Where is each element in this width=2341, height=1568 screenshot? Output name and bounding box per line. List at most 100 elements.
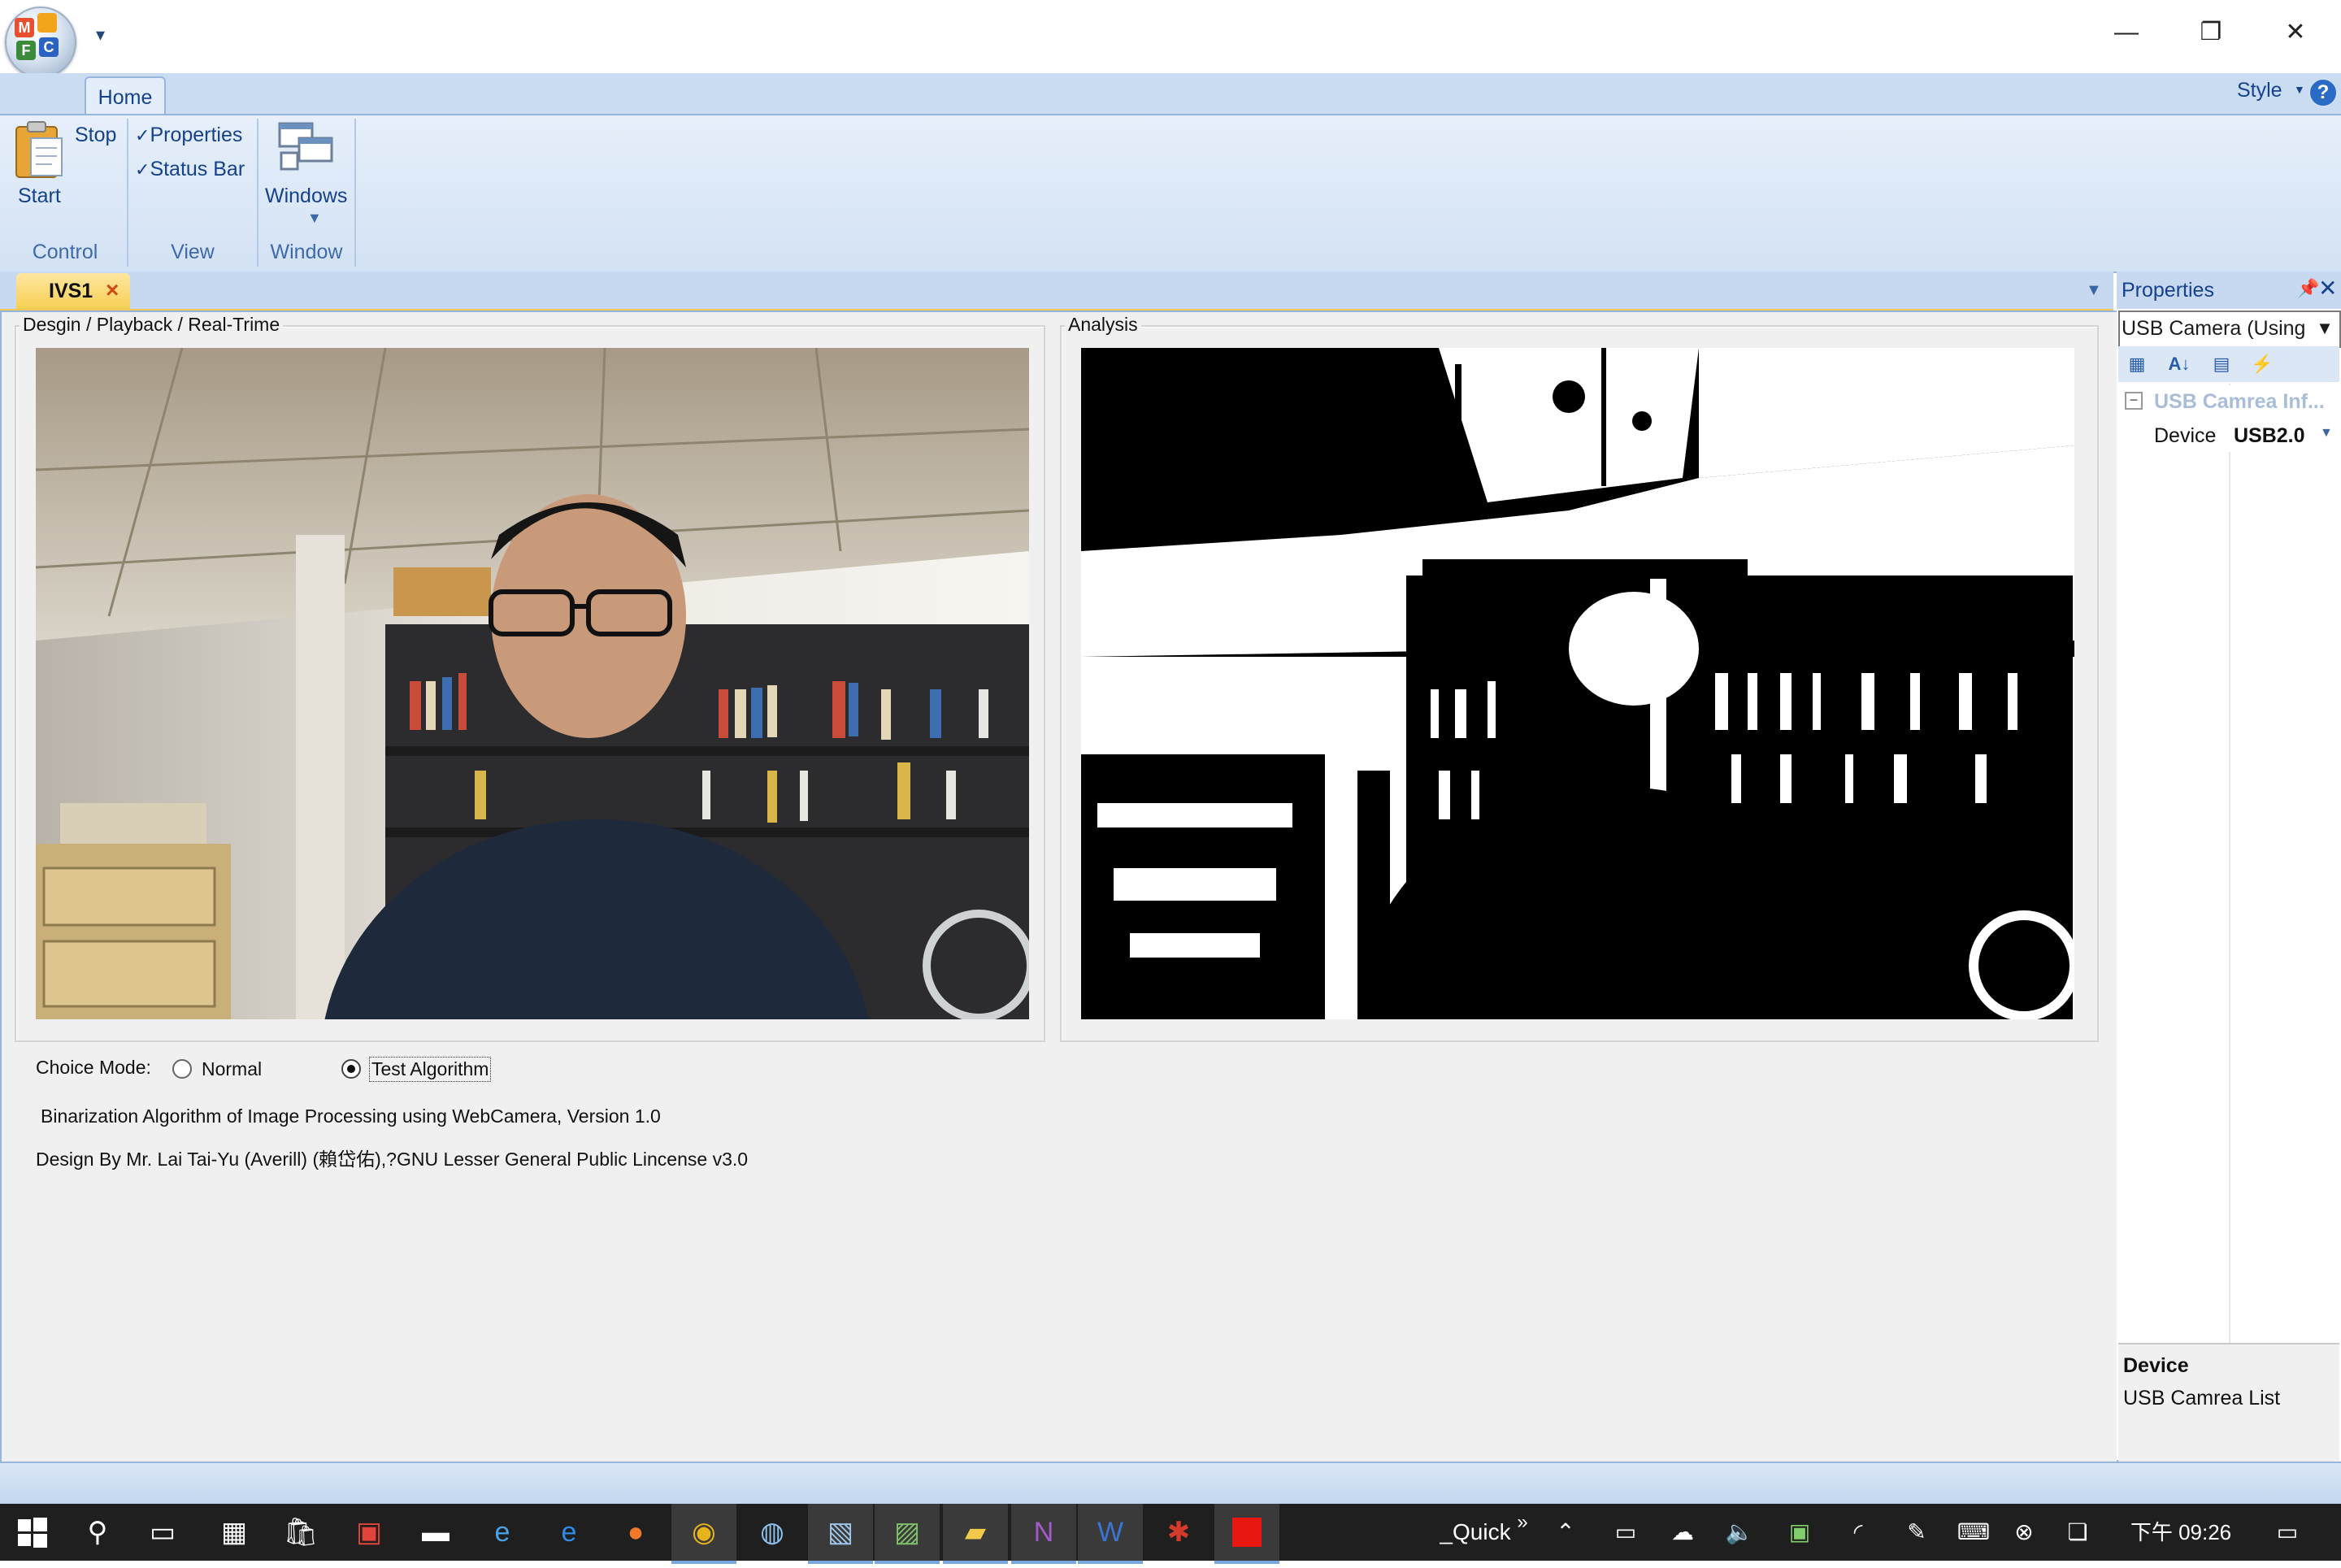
chevron-up-icon[interactable]: ⌃: [1549, 1504, 1582, 1561]
status-bar-checkbox-label: Status Bar: [150, 158, 245, 180]
search-icon[interactable]: ⚲: [65, 1504, 130, 1561]
quick-access-dropdown-icon[interactable]: ▾: [96, 24, 105, 46]
calculator-icon[interactable]: ▦: [202, 1504, 267, 1561]
app-spider-icon[interactable]: ✱: [1146, 1504, 1211, 1561]
close-tab-icon[interactable]: ×: [106, 277, 119, 303]
monitor-icon[interactable]: ▣: [1782, 1504, 1818, 1561]
property-description-panel: Device USB Camrea List: [2118, 1343, 2339, 1462]
radio-unchecked-icon: [172, 1059, 192, 1079]
stop-button[interactable]: Stop: [75, 124, 116, 147]
application-button[interactable]: M F C: [5, 7, 76, 78]
radio-test-algorithm-label: Test Algorithm: [369, 1057, 492, 1082]
app-logo-icon: [37, 13, 57, 33]
status-bar-checkbox[interactable]: ✓Status Bar: [135, 158, 245, 181]
start-button-label[interactable]: Start: [18, 185, 61, 208]
pin-icon[interactable]: 📌: [2297, 278, 2319, 299]
group-label-control: Control: [32, 241, 98, 263]
camera-groupbox-title: Desgin / Playback / Real-Trime: [20, 314, 284, 336]
sort-alphabetical-icon[interactable]: A↓: [2165, 351, 2193, 377]
binarized-frame-image: [1081, 348, 2074, 1019]
tab-ivs1-label: IVS1: [49, 280, 93, 302]
minimize-button[interactable]: —: [2086, 8, 2167, 57]
chrome-icon[interactable]: ◉: [671, 1504, 736, 1564]
app-logo-icon: M: [15, 18, 34, 37]
close-pane-icon[interactable]: ✕: [2318, 275, 2337, 302]
active-app-icon[interactable]: [1214, 1504, 1279, 1564]
group-label-view: View: [171, 241, 215, 263]
close-circle-icon[interactable]: ⊗: [2006, 1504, 2042, 1561]
edge-icon[interactable]: e: [536, 1504, 602, 1561]
collapse-icon[interactable]: −: [2125, 392, 2143, 410]
chevron-down-icon[interactable]: ▼: [2086, 281, 2102, 300]
property-name: Device: [2154, 424, 2217, 447]
property-category-row[interactable]: − USB Camrea Inf...: [2118, 385, 2339, 419]
windows-arrange-icon: [278, 122, 333, 171]
radio-checked-icon: [341, 1059, 361, 1079]
notifications-icon[interactable]: ▭: [2263, 1504, 2312, 1561]
onenote-icon[interactable]: N: [1011, 1504, 1076, 1564]
properties-checkbox[interactable]: ✓Properties: [135, 124, 242, 147]
pen-icon[interactable]: ✎: [1899, 1504, 1935, 1561]
editor-icon[interactable]: ▨: [875, 1504, 940, 1564]
windows-button-label[interactable]: Windows: [265, 185, 347, 208]
network-app-icon[interactable]: ◍: [740, 1504, 805, 1561]
onedrive-icon[interactable]: ☁: [1665, 1504, 1700, 1561]
tab-home[interactable]: Home: [85, 76, 166, 117]
description-text: USB Camrea List: [2123, 1387, 2281, 1409]
group-label-window: Window: [270, 241, 343, 263]
terminal-icon[interactable]: ▬: [403, 1504, 468, 1561]
close-button[interactable]: ✕: [2255, 8, 2336, 57]
events-icon[interactable]: ⚡: [2248, 351, 2276, 377]
clipboard-icon: [15, 121, 63, 178]
analysis-preview: [1081, 348, 2074, 1019]
store-icon[interactable]: 🛍: [268, 1504, 333, 1561]
status-bar: [0, 1462, 2341, 1504]
radio-normal-label: Normal: [202, 1058, 263, 1079]
properties-combo-value: USB Camera (Using: [2122, 317, 2306, 340]
camera-preview: [36, 348, 1029, 1019]
properties-object-combo[interactable]: USB Camera (Using ▼: [2118, 311, 2341, 348]
checkmark-icon: ✓: [135, 159, 150, 180]
start-windows-icon[interactable]: [0, 1504, 65, 1561]
help-icon[interactable]: ?: [2308, 78, 2338, 107]
visual-studio-icon[interactable]: ▧: [808, 1504, 873, 1564]
clock[interactable]: 下午 09:26: [2120, 1504, 2242, 1561]
property-category-label: USB Camrea Inf...: [2154, 390, 2325, 413]
chevron-down-icon[interactable]: ▼: [2320, 426, 2333, 441]
word-icon[interactable]: W: [1078, 1504, 1143, 1564]
restore-button[interactable]: ❐: [2170, 8, 2252, 57]
toolbar-overflow-icon[interactable]: »: [1510, 1494, 1535, 1551]
style-menu-label[interactable]: Style: [2237, 79, 2282, 102]
info-text-line1: Binarization Algorithm of Image Processi…: [41, 1105, 661, 1127]
notes-icon[interactable]: ❏: [2060, 1504, 2096, 1561]
battery-icon[interactable]: ▭: [1608, 1504, 1644, 1561]
quick-toolbar-label[interactable]: _Quick: [1431, 1504, 1520, 1561]
choice-mode-label: Choice Mode:: [36, 1057, 151, 1078]
volume-icon[interactable]: 🔈: [1722, 1504, 1757, 1561]
chevron-down-icon[interactable]: ▼: [2294, 83, 2305, 96]
app-logo-icon: C: [39, 37, 59, 57]
property-value[interactable]: USB2.0: [2234, 424, 2305, 448]
description-title: Device: [2123, 1354, 2189, 1377]
app-logo-icon: F: [16, 41, 36, 60]
property-pages-icon[interactable]: ▤: [2208, 351, 2235, 377]
analysis-groupbox-title: Analysis: [1065, 314, 1141, 336]
categorized-icon[interactable]: ▦: [2123, 351, 2151, 377]
ribbon-tab-row: [0, 73, 2341, 114]
info-text-line2: Design By Mr. Lai Tai-Yu (Averill) (賴岱佑)…: [36, 1149, 749, 1170]
wifi-icon[interactable]: ◜: [1840, 1504, 1876, 1561]
chevron-down-icon[interactable]: ▼: [307, 210, 322, 227]
document-tab-bar: [0, 271, 2113, 311]
properties-checkbox-label: Properties: [150, 124, 243, 146]
chevron-down-icon[interactable]: ▼: [2312, 315, 2338, 343]
gift-app-icon[interactable]: ▣: [337, 1504, 402, 1561]
internet-explorer-icon[interactable]: e: [470, 1504, 535, 1561]
title-bar: [0, 0, 2341, 73]
task-view-icon[interactable]: ▭: [130, 1504, 195, 1561]
property-row-device[interactable]: Device USB2.0 ▼: [2118, 419, 2339, 452]
file-explorer-icon[interactable]: ▰: [943, 1504, 1008, 1564]
properties-title: Properties: [2122, 279, 2214, 302]
firefox-icon[interactable]: ●: [603, 1504, 668, 1561]
windows-button[interactable]: [276, 120, 337, 177]
keyboard-icon[interactable]: ⌨: [1948, 1504, 2000, 1561]
